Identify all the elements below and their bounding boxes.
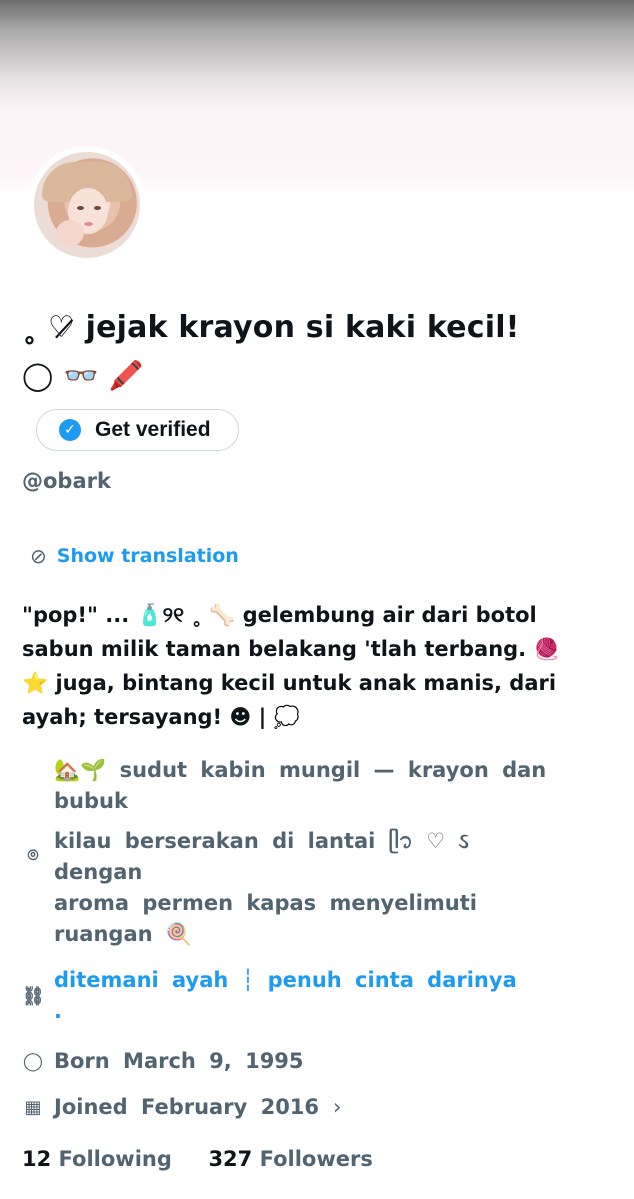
website-link[interactable]: ditemani ayah ┆ penuh cinta darinya . bbox=[54, 965, 614, 1027]
following-label: Following bbox=[58, 1147, 172, 1171]
following-link[interactable]: 12 Following bbox=[22, 1147, 172, 1171]
display-name-line1: ˳ ♡̷ jejak krayon si kaki kecil! bbox=[22, 310, 520, 345]
balloon-icon: ◯ bbox=[22, 1051, 44, 1072]
globe-slash-icon: ⊘ bbox=[30, 544, 47, 568]
calendar-icon: ▦ bbox=[24, 1097, 42, 1118]
show-translation-label: Show translation bbox=[56, 545, 239, 567]
bio-text: "pop!" ... 🧴୨୧ ˳ 🦴 gelembung air dari bo… bbox=[22, 603, 560, 729]
birthday-text: Born March 9, 1995 bbox=[54, 1049, 304, 1073]
username-handle: @obark bbox=[22, 469, 111, 493]
followers-link[interactable]: 327 Followers bbox=[208, 1147, 372, 1171]
display-name-line2: ◯ 👓 🖍️ bbox=[22, 359, 144, 392]
following-count: 12 bbox=[22, 1147, 52, 1171]
chevron-right-icon[interactable]: › bbox=[333, 1095, 341, 1119]
follow-counts: 12 Following 327 Followers bbox=[22, 1147, 373, 1171]
avatar[interactable] bbox=[28, 146, 146, 264]
display-name: ˳ ♡̷ jejak krayon si kaki kecil! ◯ 👓 🖍️ bbox=[22, 304, 622, 398]
joined-text: Joined February 2016 bbox=[54, 1095, 320, 1119]
location-pin-icon: ⌾ bbox=[27, 845, 39, 866]
location-text-2: kilau berserakan di lantai ᥫ᭡ ♡ ઽ dengan… bbox=[54, 829, 477, 946]
followers-count: 327 bbox=[208, 1147, 253, 1171]
check-badge-icon: ✓ bbox=[59, 419, 81, 441]
location-text-1: 🏡🌱 sudut kabin mungil — krayon dan bubuk bbox=[54, 758, 547, 813]
avatar-image bbox=[34, 152, 140, 258]
show-translation-link[interactable]: ⊘ Show translation bbox=[30, 544, 239, 568]
get-verified-label: Get verified bbox=[95, 418, 211, 441]
get-verified-button[interactable]: ✓ Get verified bbox=[36, 409, 239, 451]
followers-label: Followers bbox=[259, 1147, 373, 1171]
link-icon: ⛓ bbox=[22, 986, 45, 1007]
